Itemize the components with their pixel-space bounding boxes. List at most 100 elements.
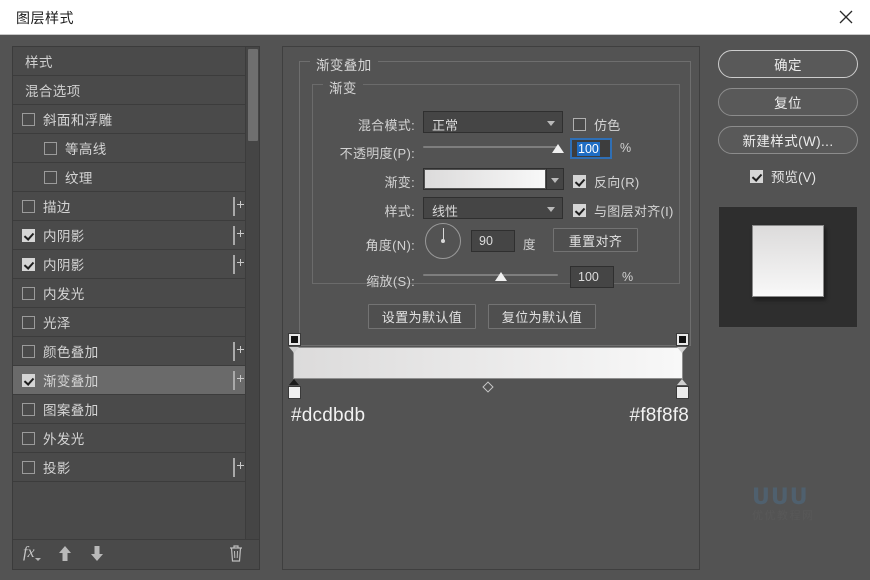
styles-list-item-7[interactable]: 光泽 xyxy=(13,308,245,337)
gradient-editor: #dcdbdb #f8f8f8 xyxy=(283,337,701,447)
styles-list-item-5[interactable]: 内阴影 xyxy=(13,250,245,279)
opacity-input[interactable]: 100 xyxy=(570,138,612,159)
styles-list-item-label: 内阴影 xyxy=(43,225,85,245)
stop-triangle-icon xyxy=(677,347,687,353)
styles-list: 样式混合选项斜面和浮雕等高线纹理描边内阴影内阴影内发光光泽颜色叠加渐变叠加图案叠… xyxy=(13,47,245,482)
opacity-slider[interactable] xyxy=(423,140,558,154)
delete-button[interactable] xyxy=(228,544,244,568)
style-enable-checkbox[interactable] xyxy=(22,258,35,271)
styles-list-item-8[interactable]: 颜色叠加 xyxy=(13,337,245,366)
angle-input[interactable]: 90 xyxy=(471,230,515,252)
reverse-checkbox[interactable] xyxy=(573,175,586,188)
chevron-down-icon xyxy=(551,178,559,183)
new-style-button[interactable]: 新建样式(W)... xyxy=(718,126,858,154)
ok-button[interactable]: 确定 xyxy=(718,50,858,78)
stop-square-icon xyxy=(676,386,689,399)
styles-list-item-0[interactable]: 斜面和浮雕 xyxy=(13,105,245,134)
move-up-button[interactable] xyxy=(57,545,73,568)
angle-dial[interactable] xyxy=(425,223,461,259)
checkbox-wrapper xyxy=(13,403,43,416)
style-enable-checkbox[interactable] xyxy=(22,461,35,474)
gradient-editor-bar[interactable] xyxy=(293,347,683,379)
plus-icon xyxy=(233,255,235,274)
reset-default-button[interactable]: 复位为默认值 xyxy=(488,304,596,329)
styles-list-item-label: 纹理 xyxy=(65,167,93,187)
preview-thumbnail-box xyxy=(718,206,858,328)
style-enable-checkbox[interactable] xyxy=(44,142,57,155)
opacity-slider-thumb[interactable] xyxy=(552,141,565,153)
gradient-opacity-stop-left[interactable] xyxy=(288,333,301,353)
blend-mode-select[interactable]: 正常 xyxy=(423,111,563,133)
styles-list-item-4[interactable]: 内阴影 xyxy=(13,221,245,250)
styles-list-item-12[interactable]: 投影 xyxy=(13,453,245,482)
style-enable-checkbox[interactable] xyxy=(22,287,35,300)
gradient-opacity-stop-right[interactable] xyxy=(676,333,689,353)
styles-list-item-6[interactable]: 内发光 xyxy=(13,279,245,308)
reset-button[interactable]: 复位 xyxy=(718,88,858,116)
set-default-button[interactable]: 设置为默认值 xyxy=(368,304,476,329)
scrollbar-thumb[interactable] xyxy=(248,49,258,141)
styles-list-item-1[interactable]: 等高线 xyxy=(13,134,245,163)
style-enable-checkbox[interactable] xyxy=(22,432,35,445)
styles-list-item-11[interactable]: 外发光 xyxy=(13,424,245,453)
gradient-swatch[interactable] xyxy=(423,168,547,190)
gradient-overlay-group: 渐变叠加 渐变 混合模式: 正常 仿色 不透明度(P): xyxy=(299,61,691,346)
styles-list-item-label: 内发光 xyxy=(43,283,85,303)
blend-mode-label: 混合模式: xyxy=(305,115,415,134)
preview-checkbox[interactable] xyxy=(750,170,763,183)
gradient-left-hex-label: #dcdbdb xyxy=(291,405,365,427)
gradient-swatch-fill xyxy=(425,170,545,188)
align-layer-checkbox[interactable] xyxy=(573,204,586,217)
scale-slider[interactable] xyxy=(423,268,558,282)
reset-align-button[interactable]: 重置对齐 xyxy=(553,228,638,252)
style-enable-checkbox[interactable] xyxy=(22,200,35,213)
stop-square-icon xyxy=(288,386,301,399)
style-enable-checkbox[interactable] xyxy=(22,345,35,358)
reverse-checkbox-row[interactable]: 反向(R) xyxy=(573,172,640,191)
close-button[interactable] xyxy=(822,0,870,34)
styles-list-header-item[interactable]: 混合选项 xyxy=(13,76,245,105)
fx-icon[interactable]: fx xyxy=(23,544,35,562)
gradient-label: 渐变: xyxy=(305,172,415,191)
gradient-overlay-panel: 渐变叠加 渐变 混合模式: 正常 仿色 不透明度(P): xyxy=(282,46,700,570)
gradient-overlay-group-title: 渐变叠加 xyxy=(310,54,378,74)
style-enable-checkbox[interactable] xyxy=(44,171,57,184)
styles-list-scroll: 样式混合选项斜面和浮雕等高线纹理描边内阴影内阴影内发光光泽颜色叠加渐变叠加图案叠… xyxy=(13,47,259,539)
gradient-color-stop-right[interactable] xyxy=(676,379,689,399)
blend-mode-value: 正常 xyxy=(432,115,458,134)
chevron-down-icon xyxy=(547,207,555,212)
dither-checkbox[interactable] xyxy=(573,118,586,131)
style-enable-checkbox[interactable] xyxy=(22,403,35,416)
styles-list-scrollbar[interactable] xyxy=(245,47,259,539)
style-select[interactable]: 线性 xyxy=(423,197,563,219)
checkbox-wrapper xyxy=(35,142,65,155)
close-icon xyxy=(839,10,853,24)
opacity-slider-track xyxy=(423,146,558,148)
align-layer-checkbox-row[interactable]: 与图层对齐(I) xyxy=(573,201,674,220)
styles-list-item-2[interactable]: 纹理 xyxy=(13,163,245,192)
style-label: 样式: xyxy=(305,201,415,220)
style-enable-checkbox[interactable] xyxy=(22,113,35,126)
gradient-picker-dropdown[interactable] xyxy=(546,168,564,190)
gradient-group-title: 渐变 xyxy=(323,77,363,97)
checkbox-wrapper xyxy=(13,461,43,474)
styles-list-item-9[interactable]: 渐变叠加 xyxy=(13,366,245,395)
styles-list-item-label: 外发光 xyxy=(43,428,85,448)
move-down-button[interactable] xyxy=(89,545,105,568)
styles-list-toolbar: fx xyxy=(13,539,259,569)
stop-triangle-icon xyxy=(289,347,299,353)
dither-label: 仿色 xyxy=(594,115,621,134)
preview-checkbox-row[interactable]: 预览(V) xyxy=(750,166,816,186)
gradient-midpoint-handle[interactable] xyxy=(482,381,493,392)
checkbox-wrapper xyxy=(13,258,43,271)
styles-list-header-item[interactable]: 样式 xyxy=(13,47,245,76)
styles-list-item-10[interactable]: 图案叠加 xyxy=(13,395,245,424)
style-enable-checkbox[interactable] xyxy=(22,374,35,387)
styles-list-item-3[interactable]: 描边 xyxy=(13,192,245,221)
gradient-color-stop-left[interactable] xyxy=(288,379,301,399)
style-enable-checkbox[interactable] xyxy=(22,316,35,329)
style-enable-checkbox[interactable] xyxy=(22,229,35,242)
scale-input[interactable]: 100 xyxy=(570,266,614,288)
scale-slider-thumb[interactable] xyxy=(495,269,508,281)
dither-checkbox-row[interactable]: 仿色 xyxy=(573,115,621,134)
